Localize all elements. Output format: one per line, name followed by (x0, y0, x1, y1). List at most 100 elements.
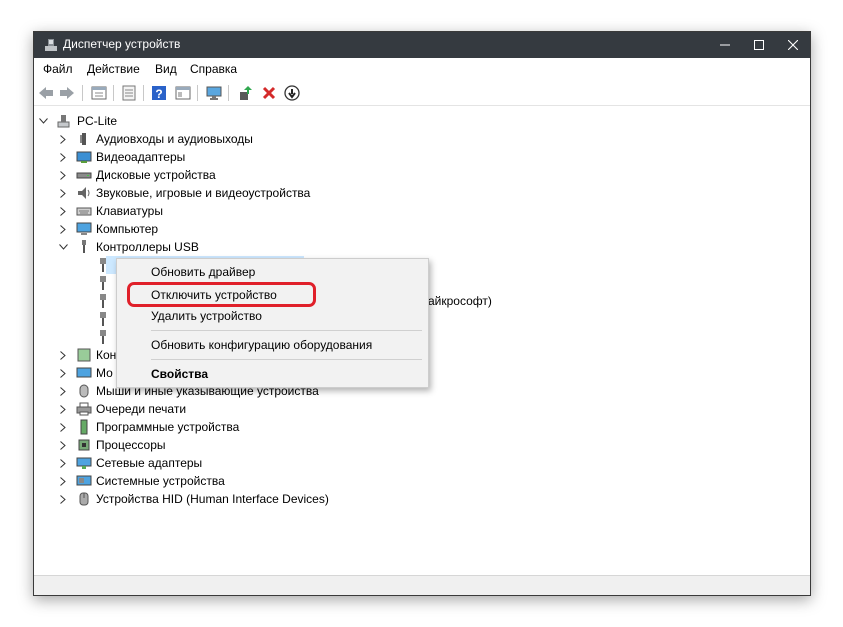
chevron-right-icon[interactable] (58, 166, 68, 184)
forward-arrow-icon (60, 87, 74, 99)
menu-view[interactable]: Вид (155, 62, 177, 76)
chevron-right-icon[interactable] (58, 454, 68, 472)
tree-item-label: Процессоры (96, 438, 166, 452)
usb-device-icon (100, 294, 106, 308)
chevron-right-icon[interactable] (58, 472, 68, 490)
back-arrow-icon (39, 87, 53, 99)
monitor-icon (206, 86, 222, 100)
help-button[interactable]: ? (150, 84, 168, 102)
computer-icon (76, 222, 92, 235)
view-icon (175, 86, 191, 100)
mouse-icon (79, 384, 89, 398)
context-item-properties[interactable]: Свойства (151, 367, 208, 381)
context-item-uninstall-device[interactable]: Удалить устройство (151, 309, 262, 323)
disable-button[interactable] (283, 84, 301, 102)
chevron-right-icon[interactable] (58, 400, 68, 418)
chevron-right-icon[interactable] (58, 382, 68, 400)
tree-item-label: Очереди печати (96, 402, 187, 416)
chevron-right-icon[interactable] (58, 418, 68, 436)
toolbar-separator (228, 85, 229, 101)
chevron-right-icon[interactable] (58, 220, 68, 238)
printer-icon (76, 402, 92, 416)
tree-item-label: Дисковые устройства (96, 168, 216, 182)
pc-icon (57, 115, 70, 128)
minimize-button[interactable] (708, 32, 742, 58)
tree-item-label: Сетевые адаптеры (96, 456, 203, 470)
window-title: Диспетчер устройств (63, 37, 181, 51)
context-item-scan-hardware[interactable]: Обновить конфигурацию оборудования (151, 338, 372, 352)
tree-item-label: Кон (96, 348, 117, 362)
toolbar-separator (197, 85, 198, 101)
tree-item-label: Устройства HID (Human Interface Devices) (96, 492, 329, 506)
properties-icon (91, 86, 107, 100)
usb-device-icon (100, 276, 106, 290)
menu-file[interactable]: Файл (43, 62, 73, 76)
device-manager-icon (45, 39, 57, 51)
svg-text:?: ? (155, 87, 162, 101)
chevron-right-icon[interactable] (58, 130, 68, 148)
context-menu: Обновить драйвер Отключить устройство Уд… (116, 258, 429, 388)
tree-root-label: PC-Lite (77, 114, 118, 128)
toolbar: ? (34, 80, 810, 106)
chevron-right-icon[interactable] (58, 490, 68, 508)
chevron-down-icon[interactable] (38, 112, 48, 130)
disk-icon (76, 172, 92, 179)
minimize-icon (720, 44, 730, 46)
highlight-outline (127, 282, 316, 307)
chevron-right-icon[interactable] (58, 202, 68, 220)
update-button[interactable] (120, 84, 138, 102)
tree-item-label: Мо (96, 366, 113, 380)
tree-item-label: Системные устройства (96, 474, 225, 488)
back-button[interactable] (37, 84, 55, 102)
tree-item-label: Контроллеры USB (96, 240, 199, 254)
usb-device-partial-label: айкрософт) (428, 294, 492, 308)
title-bar[interactable]: Диспетчер устройств (34, 32, 810, 58)
remove-icon (262, 86, 276, 100)
tree-item-label: Программные устройства (96, 420, 240, 434)
uninstall-button[interactable] (260, 84, 278, 102)
scan-hardware-button[interactable] (205, 84, 223, 102)
menu-separator (151, 359, 422, 360)
maximize-icon (754, 40, 764, 50)
close-button[interactable] (776, 32, 810, 58)
context-item-update-driver[interactable]: Обновить драйвер (151, 265, 255, 279)
chevron-down-icon[interactable] (58, 238, 68, 256)
forward-button[interactable] (58, 84, 76, 102)
menu-help[interactable]: Справка (190, 62, 237, 76)
maximize-button[interactable] (742, 32, 776, 58)
update-icon (122, 85, 136, 101)
toolbar-separator (113, 85, 114, 101)
menu-action[interactable]: Действие (87, 62, 140, 76)
monitor-icon (76, 367, 92, 378)
toolbar-separator (143, 85, 144, 101)
chevron-right-icon[interactable] (58, 436, 68, 454)
menu-separator (151, 330, 422, 331)
usb-device-icon (100, 312, 106, 326)
update-driver-button[interactable] (236, 84, 254, 102)
toolbar-separator (82, 85, 83, 101)
display-adapter-icon (76, 151, 92, 163)
tree-item-label: Компьютер (96, 222, 159, 236)
status-bar (34, 575, 810, 595)
menu-bar: Файл Действие Вид Справка (34, 58, 810, 80)
cpu-icon (78, 439, 90, 451)
software-device-icon (80, 419, 88, 435)
properties-button[interactable] (90, 84, 108, 102)
chevron-right-icon[interactable] (58, 148, 68, 166)
chevron-right-icon[interactable] (58, 346, 68, 364)
tree-item-label: Аудиовходы и аудиовыходы (96, 132, 253, 146)
chevron-right-icon[interactable] (58, 184, 68, 202)
sound-icon (78, 187, 90, 199)
audio-icon (80, 133, 86, 145)
chevron-right-icon[interactable] (58, 364, 68, 382)
hid-icon (79, 492, 89, 506)
network-icon (76, 457, 92, 469)
system-icon (76, 475, 92, 486)
usb-icon (82, 240, 86, 253)
view-button[interactable] (174, 84, 192, 102)
usb-device-icon (100, 258, 106, 272)
keyboard-icon (76, 207, 92, 216)
tree-item-label: Звуковые, игровые и видеоустройства (96, 186, 311, 200)
help-icon: ? (152, 86, 166, 101)
components-icon (77, 348, 91, 362)
